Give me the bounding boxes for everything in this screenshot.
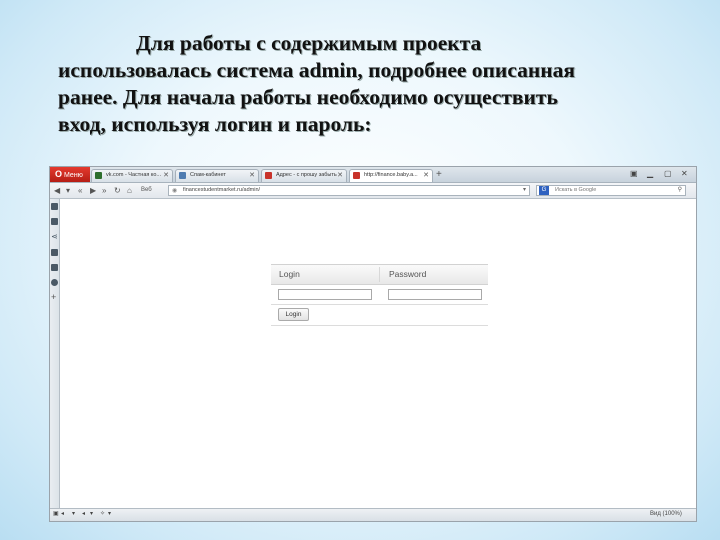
tab-close-icon[interactable]: ✕ [423, 170, 429, 181]
turbo-icon[interactable]: ✧ [100, 509, 105, 520]
status-dropdown-icon[interactable]: ▾ [72, 509, 75, 520]
mail-icon[interactable] [51, 218, 58, 225]
reload-icon[interactable]: ↻ [114, 184, 121, 197]
status-arrow-icon[interactable]: ◂ [82, 509, 85, 520]
password-label: Password [389, 269, 427, 279]
search-field[interactable]: G Искать в Google ⚲ [536, 185, 686, 196]
tab-label: Спам-кабинет [190, 172, 226, 178]
opera-menu-label: Меню [64, 172, 83, 179]
favicon-icon [353, 172, 360, 179]
caption-line-1: Для работы с содержимым проекта [136, 31, 482, 55]
header-divider [379, 267, 380, 282]
url-text: financestudentmarket.ru/admin/ [183, 187, 261, 193]
add-panel-icon[interactable]: + [51, 293, 56, 302]
tab-label: Адрес - с прошу забыть [276, 172, 337, 178]
sidebar-panel: ⋖ + [50, 199, 60, 509]
login-input[interactable] [278, 289, 372, 300]
minimize-icon[interactable]: ▁ [647, 168, 653, 180]
tab-bar: O Меню vk.com - Частная ко... ✕ Спам-каби… [50, 167, 696, 183]
status-arrow-icon[interactable]: ◂ [61, 509, 64, 520]
slide-caption: Для работы с содержимым проекта использо… [58, 30, 678, 138]
forward-icon[interactable]: ▶ [90, 184, 96, 197]
search-placeholder: Искать в Google [555, 187, 597, 193]
address-bar: ◀ ▾ « ▶ » ↻ ⌂ Веб ◉ financestudentmarket… [50, 183, 696, 199]
rewind-icon[interactable]: « [78, 184, 82, 197]
close-window-icon[interactable]: ✕ [681, 168, 688, 180]
tab-close-icon[interactable]: ✕ [163, 170, 169, 181]
password-input[interactable] [388, 289, 482, 300]
tab-label: vk.com - Частная ко... [106, 172, 162, 178]
new-tab-button[interactable]: + [436, 168, 442, 181]
history-icon[interactable] [51, 279, 58, 286]
page-info-icon: ◉ [172, 188, 178, 194]
tab-4-active[interactable]: http://finance.baby.a... ✕ [349, 169, 433, 182]
notes-icon[interactable] [51, 249, 58, 256]
panel-toggle-icon[interactable]: ▣ [53, 509, 59, 520]
tab-2[interactable]: Спам-кабинет ✕ [175, 169, 259, 182]
tab-close-icon[interactable]: ✕ [249, 170, 255, 181]
bookmarks-icon[interactable] [51, 203, 58, 210]
opera-logo-icon: O [55, 169, 63, 179]
url-field[interactable]: ◉ financestudentmarket.ru/admin/ ▾ [168, 185, 530, 196]
fast-forward-icon[interactable]: » [102, 184, 106, 197]
maximize-icon[interactable]: ▢ [664, 168, 672, 180]
login-button-row: Login [271, 305, 488, 326]
status-dropdown-icon[interactable]: ▾ [108, 509, 111, 520]
login-inputs-row [271, 285, 488, 305]
caption-line-2: использовалась система admin, подробнее … [58, 58, 576, 82]
opera-menu-button[interactable]: O Меню [50, 167, 90, 182]
caption-line-3: ранее. Для начала работы необходимо осущ… [58, 85, 558, 109]
tab-3[interactable]: Адрес - с прошу забыть ✕ [261, 169, 347, 182]
tab-close-icon[interactable]: ✕ [337, 170, 343, 181]
status-bar: ▣ ◂ ▾ ◂ ▾ ✧ ▾ Вид (100%) [50, 508, 696, 521]
search-icon[interactable]: ⚲ [678, 186, 682, 195]
login-button[interactable]: Login [278, 308, 309, 321]
status-dropdown-icon[interactable]: ▾ [90, 509, 93, 520]
browser-window: O Меню vk.com - Частная ко... ✕ Спам-каби… [49, 166, 697, 522]
favicon-icon [95, 172, 102, 179]
tab-1[interactable]: vk.com - Частная ко... ✕ [91, 169, 173, 182]
downloads-icon[interactable] [51, 264, 58, 271]
tab-list-icon[interactable]: ▣ [630, 168, 638, 180]
favicon-icon [265, 172, 272, 179]
url-dropdown-icon[interactable]: ▾ [523, 186, 526, 195]
login-form-header: Login Password [271, 264, 488, 285]
login-label: Login [279, 269, 300, 279]
share-icon[interactable]: ⋖ [51, 233, 58, 241]
zoom-indicator[interactable]: Вид (100%) [650, 509, 682, 520]
back-icon[interactable]: ◀ [54, 184, 60, 197]
caption-line-4: вход, используя логин и пароль: [58, 112, 372, 136]
back-history-icon[interactable]: ▾ [66, 184, 70, 197]
home-icon[interactable]: ⌂ [127, 184, 132, 197]
tab-label: http://finance.baby.a... [364, 172, 418, 178]
login-form: Login Password Login [271, 264, 488, 326]
search-engine-icon[interactable]: G [539, 186, 549, 195]
favicon-icon [179, 172, 186, 179]
address-label: Веб [141, 187, 152, 193]
